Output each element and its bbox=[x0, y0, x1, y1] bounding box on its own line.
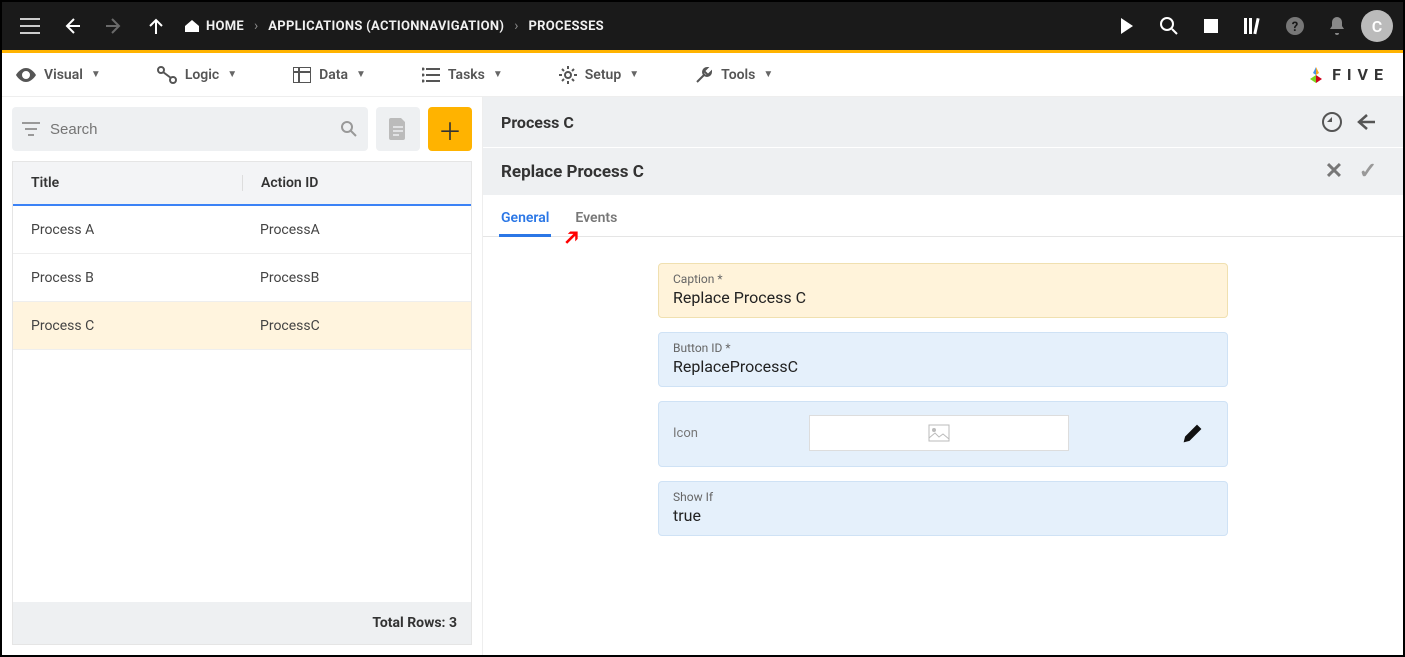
cell: Process B bbox=[13, 270, 242, 286]
field-label: Show If bbox=[673, 490, 1213, 504]
forward-icon[interactable] bbox=[96, 8, 132, 44]
field-label: Icon bbox=[673, 426, 793, 441]
filter-icon bbox=[22, 122, 40, 136]
search-icon[interactable] bbox=[340, 120, 358, 138]
tab-events[interactable]: Events bbox=[575, 210, 617, 236]
left-panel: ＋ Title Action ID Process A ProcessA Pro… bbox=[2, 97, 482, 655]
up-icon[interactable] bbox=[138, 8, 174, 44]
field-icon[interactable]: Icon bbox=[658, 401, 1228, 467]
field-label: Button ID * bbox=[673, 341, 1213, 355]
main-area: ＋ Title Action ID Process A ProcessA Pro… bbox=[2, 97, 1403, 655]
table-row[interactable]: Process C ProcessC bbox=[13, 302, 471, 350]
cell: ProcessA bbox=[242, 222, 471, 238]
icon-preview[interactable] bbox=[809, 415, 1069, 451]
menu-data[interactable]: Data▼ bbox=[293, 67, 366, 83]
field-value: ReplaceProcessC bbox=[673, 357, 1213, 376]
back-arrow-icon[interactable] bbox=[1353, 113, 1385, 131]
edit-icon[interactable] bbox=[1183, 423, 1203, 443]
detail-tabs: General Events ➔ bbox=[483, 195, 1403, 237]
stop-icon[interactable] bbox=[1193, 8, 1229, 44]
table-header: Title Action ID bbox=[13, 162, 471, 206]
back-icon[interactable] bbox=[54, 8, 90, 44]
detail-subtitle: Replace Process C bbox=[501, 162, 644, 182]
cell: Process A bbox=[13, 222, 242, 238]
process-table: Title Action ID Process A ProcessA Proce… bbox=[12, 161, 472, 645]
field-button-id[interactable]: Button ID * ReplaceProcessC bbox=[658, 332, 1228, 387]
help-icon[interactable]: ? bbox=[1277, 8, 1313, 44]
avatar[interactable]: C bbox=[1361, 10, 1393, 42]
menu-visual[interactable]: Visual▼ bbox=[16, 67, 101, 83]
cell: ProcessB bbox=[242, 270, 471, 286]
play-icon[interactable] bbox=[1109, 8, 1145, 44]
bell-icon[interactable] bbox=[1319, 8, 1355, 44]
field-show-if[interactable]: Show If true bbox=[658, 481, 1228, 536]
svg-text:?: ? bbox=[1292, 20, 1298, 35]
menu-setup[interactable]: Setup▼ bbox=[559, 66, 639, 84]
breadcrumb: HOME › APPLICATIONS (ACTIONNAVIGATION) ›… bbox=[184, 18, 604, 34]
document-button[interactable] bbox=[376, 107, 420, 151]
close-icon[interactable]: ✕ bbox=[1317, 159, 1351, 184]
top-bar: HOME › APPLICATIONS (ACTIONNAVIGATION) ›… bbox=[2, 2, 1403, 50]
breadcrumb-applications[interactable]: APPLICATIONS (ACTIONNAVIGATION) bbox=[268, 19, 504, 34]
breadcrumb-processes[interactable]: PROCESSES bbox=[528, 19, 604, 34]
field-label: Caption * bbox=[673, 272, 1213, 286]
table-row[interactable]: Process A ProcessA bbox=[13, 206, 471, 254]
column-title[interactable]: Title bbox=[13, 175, 242, 191]
cell: Process C bbox=[13, 318, 242, 334]
library-icon[interactable] bbox=[1235, 8, 1271, 44]
field-caption[interactable]: Caption * Replace Process C bbox=[658, 263, 1228, 318]
chevron-right-icon: › bbox=[254, 18, 258, 34]
search-icon[interactable] bbox=[1151, 8, 1187, 44]
confirm-icon[interactable]: ✓ bbox=[1351, 159, 1385, 184]
table-footer: Total Rows: 3 bbox=[13, 602, 471, 644]
target-icon[interactable] bbox=[1321, 111, 1353, 133]
menu-tools[interactable]: Tools▼ bbox=[695, 66, 773, 84]
detail-title: Process C bbox=[501, 113, 574, 132]
add-button[interactable]: ＋ bbox=[428, 107, 472, 151]
search-input[interactable] bbox=[50, 121, 330, 138]
column-action-id[interactable]: Action ID bbox=[242, 175, 471, 191]
tab-general[interactable]: General bbox=[501, 210, 549, 236]
menu-tasks[interactable]: Tasks▼ bbox=[422, 67, 503, 83]
field-value: true bbox=[673, 506, 1213, 525]
cell: ProcessC bbox=[242, 318, 471, 334]
menu-logic[interactable]: Logic▼ bbox=[157, 66, 237, 84]
field-value: Replace Process C bbox=[673, 288, 1213, 307]
breadcrumb-home[interactable]: HOME bbox=[184, 19, 244, 34]
brand-logo: FIVE bbox=[1306, 65, 1389, 85]
table-row[interactable]: Process B ProcessB bbox=[13, 254, 471, 302]
detail-subheader: Replace Process C ✕ ✓ bbox=[483, 147, 1403, 195]
menu-bar: Visual▼ Logic▼ Data▼ Tasks▼ Setup▼ Tools… bbox=[2, 53, 1403, 97]
detail-form: Caption * Replace Process C Button ID * … bbox=[483, 237, 1403, 562]
hamburger-icon[interactable] bbox=[12, 8, 48, 44]
detail-header: Process C bbox=[483, 97, 1403, 147]
chevron-right-icon: › bbox=[514, 18, 518, 34]
search-box[interactable] bbox=[12, 107, 368, 151]
right-panel: Process C Replace Process C ✕ ✓ General … bbox=[482, 97, 1403, 655]
